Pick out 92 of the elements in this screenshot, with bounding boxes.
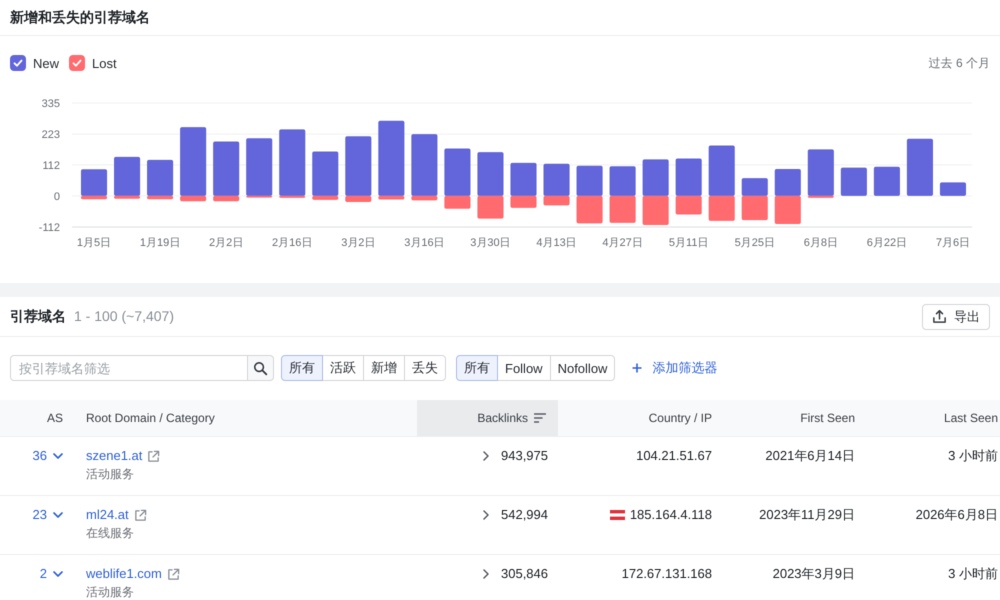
legend-checkbox[interactable]: [69, 55, 86, 71]
chart-bar: [576, 166, 603, 196]
result-range: 1 - 100 (~7,407): [74, 308, 174, 324]
last-seen-time: 3 小时前: [948, 447, 998, 465]
backlinks-count: 943,975: [501, 447, 548, 465]
x-axis-label: 5月11日: [668, 237, 708, 249]
search-button[interactable]: [248, 355, 274, 381]
domain-link[interactable]: szene1.at: [86, 447, 142, 465]
chevron-down-icon[interactable]: [53, 453, 63, 459]
ip-address: 172.67.131.168: [622, 565, 712, 583]
legend-checkbox[interactable]: [10, 55, 26, 71]
ip-address: 185.164.4.118: [630, 506, 712, 524]
legend-label[interactable]: New: [33, 56, 60, 70]
column-header[interactable]: Country / IP: [558, 400, 722, 436]
column-header[interactable]: Last Seen: [865, 400, 1000, 436]
add-filter-link[interactable]: 添加筛选器: [632, 359, 718, 377]
filter-segment[interactable]: 所有: [281, 355, 323, 381]
chart-bar: [610, 166, 636, 196]
domain-link[interactable]: ml24.at: [86, 506, 129, 524]
y-axis-label: 335: [42, 98, 60, 110]
chart-bar: [742, 196, 768, 220]
filter-segment[interactable]: 新增: [363, 355, 405, 381]
x-axis-label: 3月2日: [341, 237, 376, 249]
panel-title: 新增和丢失的引荐域名: [10, 8, 150, 26]
chevron-right-icon[interactable]: [483, 510, 489, 520]
chevron-right-icon[interactable]: [483, 451, 489, 461]
x-axis-label: 4月27日: [602, 237, 643, 249]
chart-bar: [742, 178, 768, 196]
x-axis-label: 3月30日: [470, 237, 511, 249]
filter-segment[interactable]: Nofollow: [550, 355, 616, 381]
y-axis-label: -112: [38, 222, 60, 234]
x-axis-label: 4月13日: [536, 237, 577, 249]
external-link-icon[interactable]: [147, 450, 160, 462]
filter-segment[interactable]: 所有: [456, 355, 498, 381]
chart-bar: [642, 196, 669, 226]
chart-bar: [642, 159, 669, 196]
filter-segment[interactable]: Follow: [497, 355, 551, 381]
column-header[interactable]: Root Domain / Category: [72, 400, 417, 436]
column-header[interactable]: First Seen: [722, 400, 865, 436]
search-icon: [253, 360, 268, 376]
category-label: 在线服务: [86, 525, 134, 541]
y-axis-label: 112: [42, 160, 60, 172]
last-seen-time: 3 小时前: [948, 565, 998, 583]
chevron-down-icon[interactable]: [53, 512, 63, 518]
export-button[interactable]: 导出: [922, 304, 990, 330]
backlinks-count: 542,994: [501, 506, 548, 524]
x-axis-label: 5月25日: [734, 237, 775, 249]
period-label: 过去 6 个月: [928, 54, 990, 72]
sort-icon: [534, 413, 546, 423]
column-header[interactable]: AS: [0, 400, 72, 436]
x-axis-label: 2月2日: [209, 237, 244, 249]
first-seen-date: 2023年11月29日: [759, 506, 855, 524]
x-axis-label: 1月5日: [76, 237, 112, 249]
legend-label[interactable]: Lost: [92, 56, 117, 70]
chart-bar: [774, 196, 801, 224]
x-axis-label: 7月6日: [936, 237, 970, 249]
chart-bar: [774, 169, 801, 196]
external-link-icon[interactable]: [166, 568, 180, 580]
as-number[interactable]: 2: [40, 565, 47, 583]
y-axis-label: 0: [54, 190, 60, 203]
chart-bar: [940, 182, 966, 196]
x-axis-label: 6月22日: [866, 237, 908, 249]
chevron-right-icon[interactable]: [483, 569, 489, 579]
section-title: 引荐域名: [10, 308, 66, 326]
chevron-down-icon[interactable]: [53, 571, 63, 577]
filter-segment[interactable]: 活跃: [322, 355, 364, 381]
chart-bar: [576, 196, 603, 224]
chart-bar: [906, 138, 933, 196]
domain-link[interactable]: weblife1.com: [86, 565, 162, 583]
upload-icon: [932, 309, 947, 324]
as-number[interactable]: 36: [32, 447, 47, 465]
first-seen-date: 2021年6月14日: [765, 447, 855, 465]
as-number[interactable]: 23: [32, 506, 47, 524]
backlinks-count: 305,846: [501, 565, 548, 583]
chart-bar: [610, 196, 636, 223]
chart-bar: [840, 168, 867, 196]
last-seen-time: 2026年6月8日: [916, 506, 998, 524]
y-axis-label: 223: [42, 129, 60, 142]
first-seen-date: 2023年3月9日: [772, 565, 855, 583]
plus-icon: [632, 363, 642, 373]
x-axis-label: 6月8日: [804, 237, 838, 249]
category-label: 活动服务: [86, 466, 134, 482]
x-axis-label: 3月16日: [404, 237, 445, 249]
chart-bar: [874, 166, 900, 196]
external-link-icon[interactable]: [134, 508, 147, 522]
filter-segment[interactable]: 丢失: [404, 355, 446, 381]
column-header[interactable]: Backlinks: [417, 400, 558, 436]
ip-address: 104.21.51.67: [636, 447, 712, 465]
category-label: 活动服务: [86, 584, 134, 600]
search-field[interactable]: 按引荐域名筛选: [10, 355, 248, 381]
x-axis-label: 2月16日: [272, 237, 312, 249]
x-axis-label: 1月19日: [140, 237, 180, 249]
